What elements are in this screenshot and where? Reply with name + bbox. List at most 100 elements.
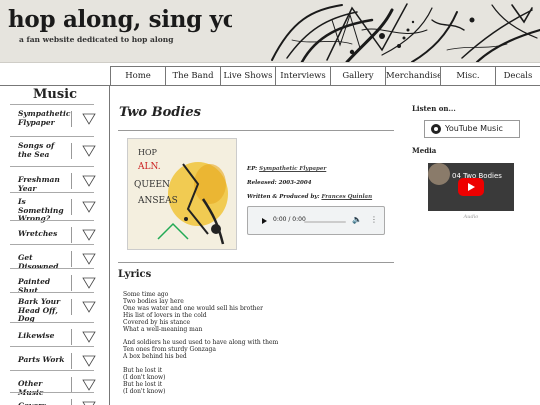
nav-merchandise[interactable]: Merchandise [385, 66, 442, 86]
play-icon[interactable] [262, 218, 267, 224]
youtube-music-icon [431, 124, 441, 134]
nav-gallery[interactable]: Gallery [330, 66, 385, 86]
triangle-down-icon[interactable] [82, 145, 96, 157]
lyrics-divider [118, 262, 394, 263]
youtube-music-label: YouTube Music [445, 124, 503, 133]
audio-player: 0:00 / 0:00 🔈 ⋮ [247, 206, 385, 235]
sidebar-item[interactable]: Covers [10, 392, 96, 405]
lyrics-line [123, 361, 383, 368]
sidebar-item[interactable]: Songs of the Sea [10, 136, 96, 164]
cover-text-2: ALN. [137, 162, 161, 172]
sidebar-item[interactable]: Is Something Wrong? [10, 192, 96, 223]
video-caption: Audio [463, 214, 479, 220]
lyrics-heading: Lyrics [118, 269, 152, 280]
triangle-down-icon[interactable] [82, 175, 96, 187]
released-line: Released: 2003-2004 [247, 180, 312, 186]
nav-home[interactable]: Home [110, 66, 165, 86]
sidebar-item-separator [71, 199, 72, 215]
title-divider [118, 130, 394, 131]
sidebar-item[interactable]: Freshman Year [10, 166, 96, 193]
sidebar-item[interactable]: Wretches [10, 220, 96, 243]
sidebar-item[interactable]: Parts Work [10, 346, 96, 369]
sidebar-item-label: Wretches [18, 229, 58, 238]
lyrics-line: What a well-meaning man [123, 325, 203, 333]
triangle-down-icon[interactable] [82, 201, 96, 213]
sidebar-item-separator [71, 353, 72, 369]
sidebar-item-separator [71, 143, 72, 159]
credit-label: Written & Produced by: [247, 194, 320, 200]
player-time: 0:00 / 0:00 [273, 216, 306, 223]
sidebar-item-label: Likewise [18, 331, 55, 340]
credit-link[interactable]: Frances Quinlan [321, 194, 372, 200]
cover-text-4: ANSEAS [137, 196, 178, 206]
player-progress-track[interactable] [304, 221, 346, 223]
sidebar-item-separator [71, 399, 72, 405]
sidebar-item-separator [71, 275, 72, 291]
sidebar-item-separator [71, 251, 72, 267]
triangle-down-icon[interactable] [82, 355, 96, 367]
sidebar-title: Music [32, 87, 77, 102]
media-label: Media [412, 146, 437, 155]
channel-avatar [428, 163, 450, 185]
page: hop along, sing your song a fan website … [0, 0, 540, 405]
volume-icon[interactable]: 🔈 [352, 215, 362, 224]
sidebar-item-separator [71, 329, 72, 345]
sidebar-item-label: Parts Work [18, 355, 65, 364]
video-embed[interactable]: 04 Two Bodies [428, 163, 514, 211]
sidebar-item-separator [71, 377, 72, 393]
ep-label: EP: [247, 166, 258, 172]
triangle-down-icon[interactable] [82, 331, 96, 343]
youtube-music-button[interactable]: YouTube Music [424, 120, 520, 138]
sidebar-item-separator [71, 173, 72, 189]
sidebar-item[interactable]: Likewise [10, 322, 96, 345]
sidebar-item[interactable]: Other Music [10, 370, 96, 396]
album-cover-art: HOP ALN. QUEEN ANSEAS [128, 139, 236, 249]
released-value: 2003-2004 [278, 180, 312, 186]
triangle-down-icon[interactable] [82, 301, 96, 313]
nav-interviews[interactable]: Interviews [275, 66, 330, 86]
song-title: Two Bodies [119, 105, 201, 120]
triangle-down-icon[interactable] [82, 379, 96, 391]
sidebar-item-label: Songs of the Sea [18, 141, 55, 159]
lyrics-line: (I don't know) [123, 387, 166, 395]
right-panel: Listen on... YouTube Music Media 04 Two … [404, 86, 540, 405]
site-header: hop along, sing your song a fan website … [0, 0, 540, 63]
music-sidebar: Music Sympathetic Flypaper Songs of the S… [0, 86, 110, 405]
nav-live-shows[interactable]: Live Shows [220, 66, 275, 86]
listen-on-label: Listen on... [412, 104, 456, 113]
triangle-down-icon[interactable] [82, 113, 96, 125]
ep-link[interactable]: Sympathetic Flypaper [259, 166, 326, 172]
site-tagline: a fan website dedicated to hop along [19, 35, 174, 44]
released-label: Released: [247, 180, 277, 186]
ep-line: EP: Sympathetic Flypaper [247, 166, 326, 172]
sidebar-item-separator [71, 299, 72, 315]
album-cover: HOP ALN. QUEEN ANSEAS [127, 138, 237, 250]
triangle-down-icon[interactable] [82, 277, 96, 289]
header-artwork [232, 0, 540, 62]
triangle-down-icon[interactable] [82, 229, 96, 241]
sidebar-item-separator [71, 111, 72, 127]
lyrics-line: (I don't know) [123, 373, 166, 381]
main-content: Two Bodies HOP ALN. QUEEN ANSEAS EP: Sym… [110, 86, 400, 405]
sidebar-item[interactable]: Sympathetic Flypaper [10, 104, 96, 134]
sidebar-item[interactable]: Get Disowned [10, 244, 96, 270]
more-options-icon[interactable]: ⋮ [370, 215, 378, 224]
nav-decals[interactable]: Decals [495, 66, 540, 86]
sidebar-item-label: Bark Your Head Off, Dog [18, 297, 61, 323]
sidebar-item-label: Sympathetic Flypaper [18, 109, 71, 127]
triangle-down-icon[interactable] [82, 253, 96, 265]
top-nav: Home The Band Live Shows Interviews Gall… [0, 66, 540, 86]
nav-the-band[interactable]: The Band [165, 66, 220, 86]
cover-text-1: HOP [138, 148, 158, 157]
lyrics-body: Some time ago Two bodies lay here One was … [123, 291, 383, 396]
youtube-play-icon[interactable] [458, 178, 484, 196]
sidebar-item-separator [71, 227, 72, 243]
sidebar-item[interactable]: Painted Shut [10, 268, 96, 294]
credit-line: Written & Produced by: Frances Quinlan [247, 194, 372, 200]
sidebar-item[interactable]: Bark Your Head Off, Dog [10, 292, 96, 323]
lyrics-line: A box behind his bed [123, 353, 187, 361]
sidebar-item-label: Freshman Year [18, 175, 60, 193]
triangle-down-icon[interactable] [82, 401, 96, 405]
nav-misc[interactable]: Misc. [440, 66, 495, 86]
cover-text-3: QUEEN [134, 180, 170, 190]
